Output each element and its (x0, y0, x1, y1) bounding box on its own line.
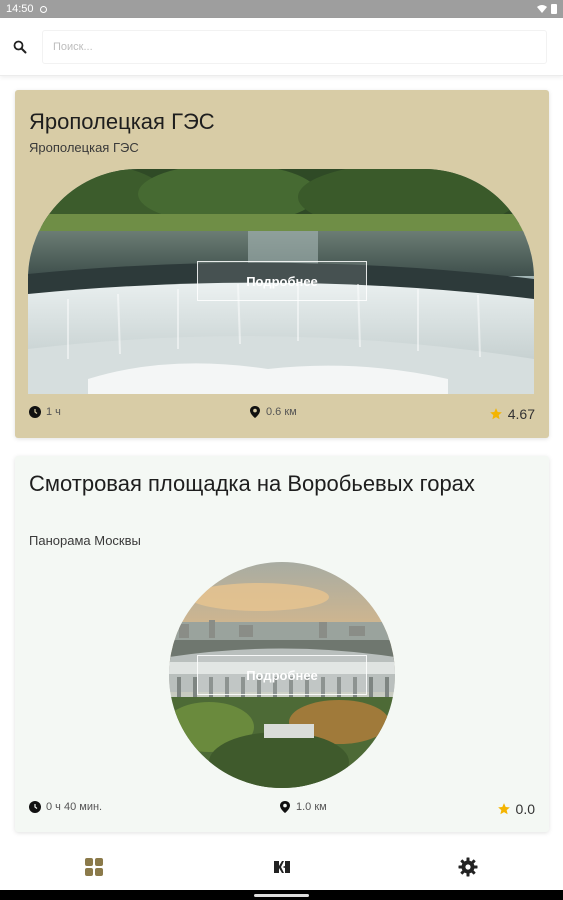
nav-settings[interactable] (456, 855, 480, 879)
gear-icon (458, 857, 478, 877)
details-button[interactable]: Подробнее (197, 261, 367, 301)
home-indicator[interactable] (254, 894, 309, 897)
rating-value: 0.0 (515, 801, 535, 817)
search-icon[interactable] (13, 40, 27, 54)
rating: 4.67 (489, 406, 535, 422)
duration-value: 0 ч 40 мин. (46, 801, 103, 813)
place-card[interactable]: Ярополецкая ГЭС Ярополецкая ГЭС Подробне… (15, 90, 549, 438)
duration: 1 ч (29, 406, 61, 418)
search-input[interactable] (42, 30, 547, 64)
battery-icon (551, 4, 557, 14)
star-icon (489, 408, 502, 420)
clock-icon (29, 406, 41, 418)
search-bar (0, 18, 563, 76)
duration-value: 1 ч (46, 406, 61, 418)
distance: 0.6 км (249, 406, 297, 418)
place-card[interactable]: Смотровая площадка на Воробьевых горах П… (15, 456, 549, 832)
details-button[interactable]: Подробнее (197, 655, 367, 695)
wifi-icon (537, 5, 547, 13)
clock-icon (29, 801, 41, 813)
card-subtitle: Панорама Москвы (29, 533, 141, 548)
location-pin-icon (280, 801, 290, 813)
location-pin-icon (250, 406, 260, 418)
status-left: 14:50 (6, 3, 47, 15)
bottom-nav (0, 845, 563, 890)
rating: 0.0 (497, 801, 535, 817)
rating-value: 4.67 (507, 406, 535, 422)
app-logo-icon (274, 861, 290, 873)
distance-value: 1.0 км (296, 801, 327, 813)
duration: 0 ч 40 мин. (29, 801, 102, 813)
nav-app[interactable] (270, 855, 294, 879)
card-title: Смотровая площадка на Воробьевых горах (29, 471, 475, 496)
status-bar: 14:50 (0, 0, 563, 18)
nav-places[interactable] (82, 855, 106, 879)
status-right (537, 4, 557, 14)
meta-row: 1 ч 0.6 км 4.67 (29, 406, 535, 424)
star-icon (497, 803, 510, 815)
distance: 1.0 км (279, 801, 327, 813)
system-nav-bar (0, 890, 563, 900)
grid-icon (85, 858, 103, 876)
card-title: Ярополецкая ГЭС (29, 109, 215, 134)
status-time: 14:50 (6, 3, 34, 15)
meta-row: 0 ч 40 мин. 1.0 км 0.0 (29, 801, 535, 819)
notification-icon (39, 5, 47, 13)
distance-value: 0.6 км (266, 406, 297, 418)
card-subtitle: Ярополецкая ГЭС (29, 140, 139, 155)
